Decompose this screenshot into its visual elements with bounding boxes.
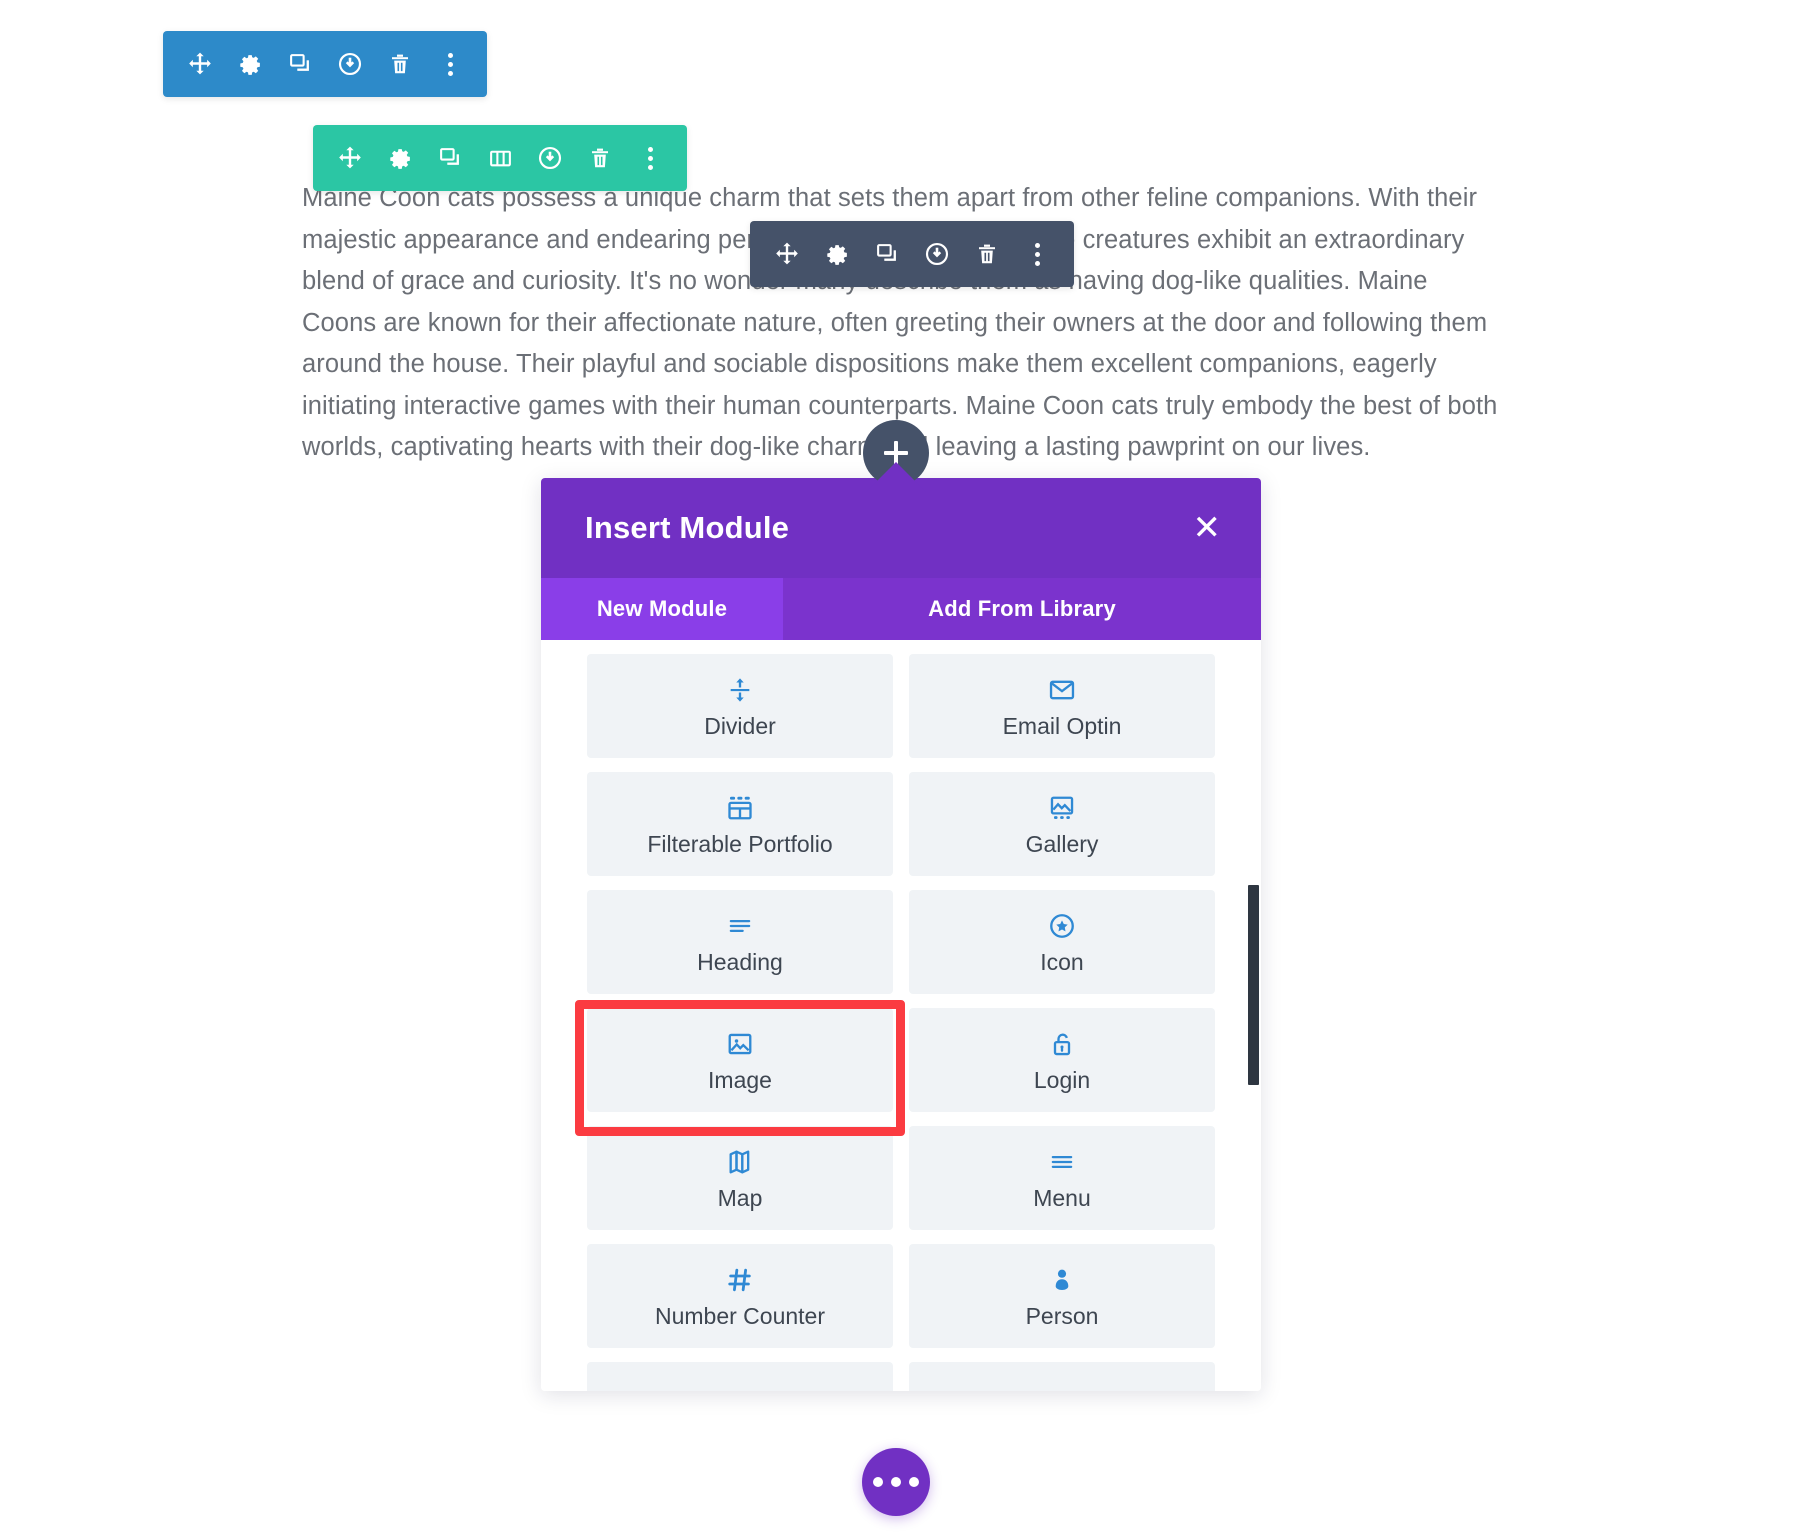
grid-icon	[726, 791, 754, 825]
modal-scrollbar-thumb[interactable]	[1248, 885, 1259, 1085]
power-icon[interactable]	[325, 31, 375, 97]
module-toolbar[interactable]	[750, 221, 1074, 287]
move-icon[interactable]	[175, 31, 225, 97]
module-card-partial-right[interactable]	[909, 1362, 1215, 1391]
columns-icon[interactable]	[475, 125, 525, 191]
modal-scrollbar-track[interactable]	[1248, 640, 1261, 1391]
module-card-person[interactable]: Person	[909, 1244, 1215, 1348]
trash-icon[interactable]	[962, 221, 1012, 287]
module-label: Email Optin	[1002, 712, 1122, 739]
tab-new-module[interactable]: New Module	[541, 578, 783, 640]
move-icon[interactable]	[325, 125, 375, 191]
module-label: Heading	[697, 948, 783, 975]
map-icon	[726, 1145, 754, 1179]
power-icon[interactable]	[912, 221, 962, 287]
module-card-heading[interactable]: Heading	[587, 890, 893, 994]
heading-lines-icon	[727, 909, 753, 943]
duplicate-icon[interactable]	[425, 125, 475, 191]
hash-icon	[726, 1263, 754, 1297]
page-title: Insert Module	[585, 510, 790, 545]
module-card-menu[interactable]: Menu	[909, 1126, 1215, 1230]
duplicate-icon[interactable]	[275, 31, 325, 97]
move-icon[interactable]	[762, 221, 812, 287]
kebab-icon[interactable]	[425, 31, 475, 97]
menu-lines-icon	[1049, 1145, 1075, 1179]
modal-header: Insert Module ✕	[541, 478, 1261, 578]
module-card-partial-left[interactable]	[587, 1362, 893, 1391]
module-card-login[interactable]: Login	[909, 1008, 1215, 1112]
module-card-gallery[interactable]: Gallery	[909, 772, 1215, 876]
duplicate-icon[interactable]	[862, 221, 912, 287]
module-label: Menu	[1033, 1184, 1091, 1211]
module-label: Login	[1033, 1066, 1091, 1093]
module-label: Icon	[1040, 948, 1084, 975]
image-icon	[726, 1027, 754, 1061]
divider-icon	[726, 673, 754, 707]
kebab-icon[interactable]	[625, 125, 675, 191]
envelope-icon	[1048, 673, 1076, 707]
gear-icon[interactable]	[225, 31, 275, 97]
module-label: Gallery	[1025, 830, 1099, 857]
module-card-image[interactable]: Image	[587, 1008, 893, 1112]
row-toolbar[interactable]	[313, 125, 687, 191]
trash-icon[interactable]	[575, 125, 625, 191]
gallery-icon	[1048, 791, 1076, 825]
module-card-divider[interactable]: Divider	[587, 654, 893, 758]
close-icon[interactable]: ✕	[1193, 511, 1222, 545]
kebab-dots	[1034, 242, 1040, 266]
module-list-scroll-area: Divider Email Optin Filterable Portfolio	[541, 640, 1261, 1391]
module-card-icon[interactable]: Icon	[909, 890, 1215, 994]
ellipsis-icon-dot	[873, 1477, 883, 1487]
builder-settings-fab[interactable]	[862, 1448, 930, 1516]
module-label: Image	[708, 1066, 772, 1093]
module-grid: Divider Email Optin Filterable Portfolio	[587, 654, 1215, 1391]
modal-pointer-arrow	[866, 462, 926, 492]
kebab-dots	[447, 52, 453, 76]
gear-icon[interactable]	[812, 221, 862, 287]
ellipsis-icon-dot	[909, 1477, 919, 1487]
module-card-email-optin[interactable]: Email Optin	[909, 654, 1215, 758]
module-label: Number Counter	[654, 1302, 826, 1329]
module-label: Map	[717, 1184, 763, 1211]
power-icon[interactable]	[525, 125, 575, 191]
insert-module-modal: Insert Module ✕ New Module Add From Libr…	[541, 478, 1261, 1391]
page-canvas: Maine Coon cats possess a unique charm t…	[0, 0, 1800, 1540]
star-circle-icon	[1048, 909, 1076, 943]
unlock-icon	[1048, 1027, 1076, 1061]
module-label: Divider	[704, 712, 776, 739]
tab-add-from-library[interactable]: Add From Library	[783, 578, 1261, 640]
section-toolbar[interactable]	[163, 31, 487, 97]
trash-icon[interactable]	[375, 31, 425, 97]
gear-icon[interactable]	[375, 125, 425, 191]
module-label: Person	[1025, 1302, 1099, 1329]
module-card-map[interactable]: Map	[587, 1126, 893, 1230]
ellipsis-icon-dot	[891, 1477, 901, 1487]
module-card-filterable-portfolio[interactable]: Filterable Portfolio	[587, 772, 893, 876]
person-icon	[1048, 1263, 1076, 1297]
module-card-number-counter[interactable]: Number Counter	[587, 1244, 893, 1348]
modal-tabs: New Module Add From Library	[541, 578, 1261, 640]
module-label: Filterable Portfolio	[647, 830, 833, 857]
kebab-icon[interactable]	[1012, 221, 1062, 287]
kebab-dots	[647, 146, 653, 170]
